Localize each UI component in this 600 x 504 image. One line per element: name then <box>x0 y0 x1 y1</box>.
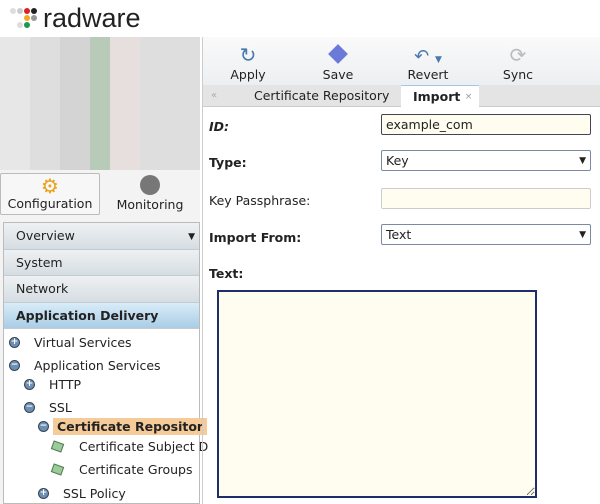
pie-icon <box>140 175 160 195</box>
left-panel: ⚙ Configuration Monitoring Overview Syst… <box>0 37 208 504</box>
tree-label: Virtual Services <box>34 335 132 350</box>
text-label: Text: <box>209 266 244 281</box>
key-passphrase-input[interactable] <box>381 188 591 209</box>
collapse-icon[interactable]: − <box>38 421 49 432</box>
expand-icon[interactable]: + <box>24 379 35 390</box>
sync-button[interactable]: ⟳ Sync <box>473 37 563 85</box>
leaf-icon <box>50 463 65 476</box>
revert-label: Revert <box>407 67 449 82</box>
type-select[interactable]: Key <box>381 150 591 171</box>
toolbar: ↻ Apply Save ↶ ▼ Revert ⟳ Sync <box>203 37 600 85</box>
tree-label: SSL Policy <box>63 486 126 501</box>
tree-item-ssl-policy[interactable]: + SSL Policy <box>38 486 126 501</box>
leaf-icon <box>50 440 65 453</box>
close-tab-icon[interactable]: × <box>465 92 473 102</box>
key-passphrase-label: Key Passphrase: <box>209 193 311 208</box>
import-from-select[interactable]: Text <box>381 224 591 245</box>
sync-icon: ⟳ <box>509 43 527 67</box>
text-input[interactable] <box>217 290 537 498</box>
type-label: Type: <box>209 155 247 170</box>
save-label: Save <box>322 67 354 82</box>
nav-system[interactable]: System <box>4 249 199 276</box>
main-panel: ↻ Apply Save ↶ ▼ Revert ⟳ Sync « Certificat… <box>202 37 600 504</box>
apply-label: Apply <box>230 67 266 82</box>
tab-monitoring[interactable]: Monitoring <box>100 173 200 215</box>
collapse-icon[interactable]: − <box>24 402 35 413</box>
blurred-device-info <box>0 37 200 170</box>
collapse-icon[interactable]: − <box>9 360 20 371</box>
apply-button[interactable]: ↻ Apply <box>203 37 293 85</box>
id-label: ID: <box>209 119 230 134</box>
tree-label: HTTP <box>49 377 81 392</box>
revert-icon: ↶ ▼ <box>414 46 442 67</box>
apply-icon: ↻ <box>239 43 257 67</box>
sync-label: Sync <box>502 67 534 82</box>
id-input[interactable]: example_com <box>381 114 591 135</box>
tab-import-label: Import <box>413 89 461 104</box>
logo-dots-icon <box>10 8 37 28</box>
tree-item-application-services[interactable]: − Application Services <box>9 358 161 373</box>
tree-label: Certificate Groups <box>79 462 193 477</box>
revert-button[interactable]: ↶ ▼ Revert <box>383 37 473 85</box>
tree-item-certificate-subject[interactable]: Certificate Subject D <box>50 439 209 454</box>
tree-item-virtual-services[interactable]: + Virtual Services <box>9 335 132 350</box>
radware-logo: radware <box>10 2 141 34</box>
tree-label: Certificate Repositor <box>53 418 208 435</box>
tab-certificate-repository[interactable]: Certificate Repository <box>254 85 389 107</box>
logo-text: radware <box>43 2 141 33</box>
expand-icon[interactable]: + <box>38 488 49 499</box>
tree-item-certificate-repository[interactable]: − Certificate Repositor <box>38 418 208 435</box>
nav-application-delivery[interactable]: Application Delivery <box>4 302 199 329</box>
tab-strip: « Certificate Repository Import × <box>203 85 600 107</box>
tab-configuration[interactable]: ⚙ Configuration <box>0 173 100 215</box>
import-from-label: Import From: <box>209 230 302 245</box>
save-button[interactable]: Save <box>293 37 383 85</box>
tab-configuration-label: Configuration <box>7 196 93 211</box>
tree-label: SSL <box>49 400 72 415</box>
navigation-panel: Overview System Network Application Deli… <box>3 222 208 504</box>
nav-overview[interactable]: Overview <box>4 223 199 250</box>
tree-item-http[interactable]: + HTTP <box>24 377 81 392</box>
gear-icon: ⚙ <box>41 174 59 198</box>
collapse-tabs-button[interactable]: « <box>211 85 217 107</box>
tab-monitoring-label: Monitoring <box>116 197 184 212</box>
tree-label: Application Services <box>34 358 161 373</box>
nav-network[interactable]: Network <box>4 276 199 303</box>
expand-icon[interactable]: + <box>9 337 20 348</box>
tree-label: Certificate Subject D <box>79 439 209 454</box>
save-icon <box>328 44 348 64</box>
tab-import[interactable]: Import × <box>401 85 479 107</box>
tree-item-ssl[interactable]: − SSL <box>24 400 72 415</box>
tree-item-certificate-groups[interactable]: Certificate Groups <box>50 462 193 477</box>
